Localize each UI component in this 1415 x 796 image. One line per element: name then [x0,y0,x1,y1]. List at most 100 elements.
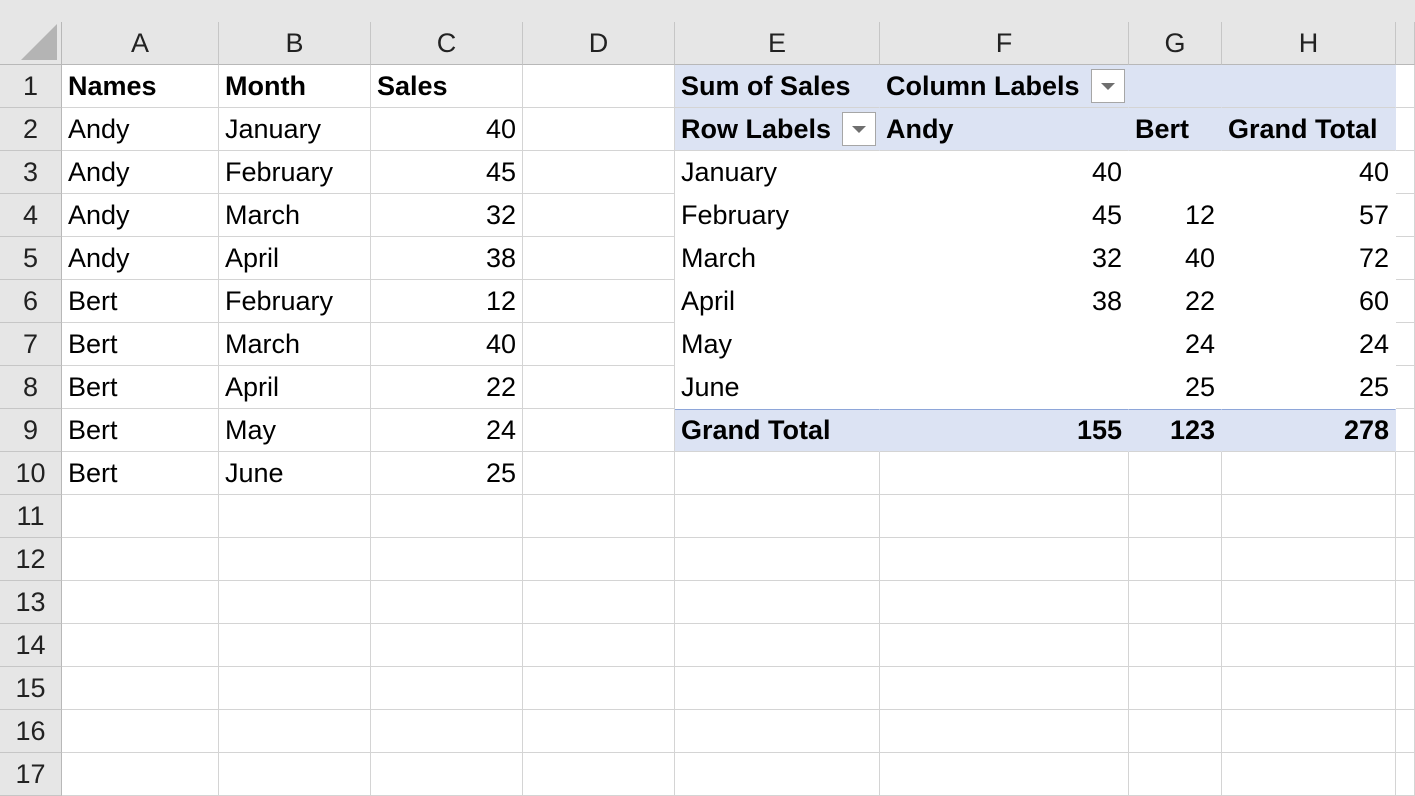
cell-a2[interactable]: Andy [62,108,219,151]
row-header-11[interactable]: 11 [0,495,62,538]
cell-c1[interactable]: Sales [371,65,523,108]
cell-g6[interactable]: 22 [1129,280,1222,323]
row-header-2[interactable]: 2 [0,108,62,151]
cell-g9[interactable]: 123 [1129,409,1222,452]
cell-d12[interactable] [523,538,675,581]
cell-h15[interactable] [1222,667,1396,710]
column-header-a[interactable]: A [62,22,219,65]
column-header-c[interactable]: C [371,22,523,65]
row-header-6[interactable]: 6 [0,280,62,323]
cell-b12[interactable] [219,538,371,581]
cell-h10[interactable] [1222,452,1396,495]
row-header-17[interactable]: 17 [0,753,62,796]
cell-d11[interactable] [523,495,675,538]
cell-g15[interactable] [1129,667,1222,710]
cell-h1[interactable] [1222,65,1396,108]
column-header-e[interactable]: E [675,22,880,65]
cell-h3[interactable]: 40 [1222,151,1396,194]
row-labels-filter-button[interactable] [842,112,876,146]
cell-a13[interactable] [62,581,219,624]
row-header-7[interactable]: 7 [0,323,62,366]
cell-a4[interactable]: Andy [62,194,219,237]
cell-c7[interactable]: 40 [371,323,523,366]
cell-g4[interactable]: 12 [1129,194,1222,237]
select-all-corner[interactable] [0,22,62,65]
cell-e16[interactable] [675,710,880,753]
cell-g16[interactable] [1129,710,1222,753]
column-header-d[interactable]: D [523,22,675,65]
cell-e14[interactable] [675,624,880,667]
cell-h12[interactable] [1222,538,1396,581]
cell-c11[interactable] [371,495,523,538]
cell-b8[interactable]: April [219,366,371,409]
cell-f14[interactable] [880,624,1129,667]
cell-c14[interactable] [371,624,523,667]
cell-b9[interactable]: May [219,409,371,452]
cell-a11[interactable] [62,495,219,538]
cell-f10[interactable] [880,452,1129,495]
cell-b4[interactable]: March [219,194,371,237]
cell-e5[interactable]: March [675,237,880,280]
cell-c16[interactable] [371,710,523,753]
cell-e8[interactable]: June [675,366,880,409]
cell-h17[interactable] [1222,753,1396,796]
cell-f17[interactable] [880,753,1129,796]
column-labels-filter-button[interactable] [1091,69,1125,103]
cell-f4[interactable]: 45 [880,194,1129,237]
cell-g13[interactable] [1129,581,1222,624]
cell-d14[interactable] [523,624,675,667]
cell-h9[interactable]: 278 [1222,409,1396,452]
cell-b6[interactable]: February [219,280,371,323]
cell-a14[interactable] [62,624,219,667]
cell-b1[interactable]: Month [219,65,371,108]
cell-b13[interactable] [219,581,371,624]
cell-f9[interactable]: 155 [880,409,1129,452]
spreadsheet[interactable]: A B C D E F G H 1 2 3 4 5 6 7 8 9 10 11 12 13 14 15 16 17 Names Mo… [0,0,1415,796]
cell-b15[interactable] [219,667,371,710]
cell-f5[interactable]: 32 [880,237,1129,280]
cell-h2[interactable]: Grand Total [1222,108,1396,151]
cell-a7[interactable]: Bert [62,323,219,366]
cell-f16[interactable] [880,710,1129,753]
column-header-f[interactable]: F [880,22,1129,65]
cell-e9[interactable]: Grand Total [675,409,880,452]
row-header-4[interactable]: 4 [0,194,62,237]
cell-f8[interactable] [880,366,1129,409]
cell-e1[interactable]: Sum of Sales [675,65,880,108]
cell-d10[interactable] [523,452,675,495]
cell-d17[interactable] [523,753,675,796]
cell-d1[interactable] [523,65,675,108]
cell-d15[interactable] [523,667,675,710]
cell-f2[interactable]: Andy [880,108,1129,151]
cell-g7[interactable]: 24 [1129,323,1222,366]
cell-h5[interactable]: 72 [1222,237,1396,280]
cell-f11[interactable] [880,495,1129,538]
cell-b14[interactable] [219,624,371,667]
row-header-14[interactable]: 14 [0,624,62,667]
row-header-8[interactable]: 8 [0,366,62,409]
column-header-b[interactable]: B [219,22,371,65]
row-header-10[interactable]: 10 [0,452,62,495]
cell-h8[interactable]: 25 [1222,366,1396,409]
cell-d7[interactable] [523,323,675,366]
cell-d6[interactable] [523,280,675,323]
cell-c6[interactable]: 12 [371,280,523,323]
cell-c2[interactable]: 40 [371,108,523,151]
cell-c4[interactable]: 32 [371,194,523,237]
cell-g1[interactable] [1129,65,1222,108]
cell-e6[interactable]: April [675,280,880,323]
row-header-15[interactable]: 15 [0,667,62,710]
row-header-1[interactable]: 1 [0,65,62,108]
cell-b2[interactable]: January [219,108,371,151]
cell-e12[interactable] [675,538,880,581]
cell-d13[interactable] [523,581,675,624]
cell-c17[interactable] [371,753,523,796]
cell-b5[interactable]: April [219,237,371,280]
cell-d2[interactable] [523,108,675,151]
cell-c3[interactable]: 45 [371,151,523,194]
cell-g10[interactable] [1129,452,1222,495]
row-header-9[interactable]: 9 [0,409,62,452]
cell-f7[interactable] [880,323,1129,366]
row-header-13[interactable]: 13 [0,581,62,624]
cell-g17[interactable] [1129,753,1222,796]
